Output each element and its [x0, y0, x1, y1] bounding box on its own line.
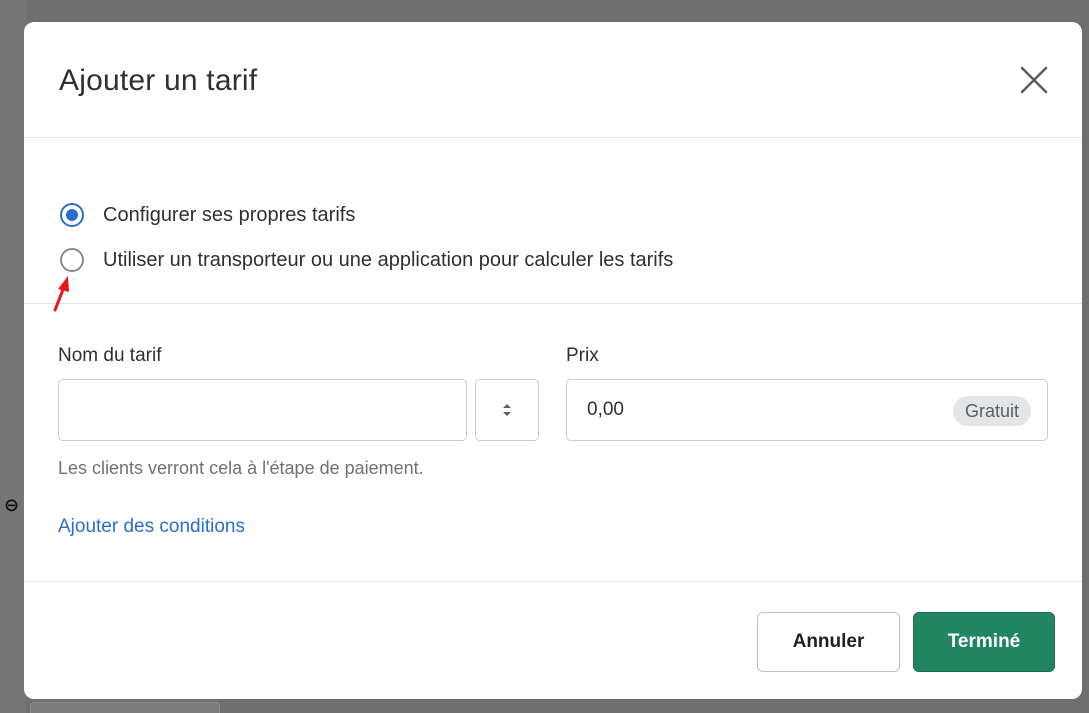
checkout-help-text: Les clients verront cela à l'étape de pa…	[58, 458, 424, 478]
modal-footer: Annuler Terminé	[24, 581, 1082, 699]
price-label: Prix	[566, 345, 599, 366]
radio-option-own-rates[interactable]: Configurer ses propres tarifs	[60, 200, 355, 230]
resize-handle-icon[interactable]: ⊖	[4, 494, 19, 516]
done-button[interactable]: Terminé	[913, 612, 1055, 672]
rate-name-stepper[interactable]	[475, 379, 539, 441]
price-value: 0,00	[587, 399, 624, 420]
radio-button-checked[interactable]	[60, 203, 84, 227]
rate-type-section: Configurer ses propres tarifs Utiliser u…	[24, 138, 1082, 304]
add-rate-modal: Ajouter un tarif Configurer ses propres …	[24, 22, 1082, 699]
radio-button-unchecked[interactable]	[60, 248, 84, 272]
close-icon	[1020, 66, 1048, 94]
rate-name-input[interactable]	[58, 379, 467, 441]
modal-header: Ajouter un tarif	[24, 22, 1082, 138]
add-conditions-link[interactable]: Ajouter des conditions	[58, 516, 245, 538]
background-element	[30, 702, 220, 713]
modal-title: Ajouter un tarif	[59, 64, 258, 97]
red-arrow-annotation-icon	[53, 276, 69, 312]
radio-label-carrier: Utiliser un transporteur ou une applicat…	[103, 248, 674, 271]
price-input[interactable]: 0,00 Gratuit	[566, 379, 1048, 441]
radio-label-own-rates: Configurer ses propres tarifs	[103, 203, 356, 226]
cancel-button[interactable]: Annuler	[757, 612, 900, 672]
page-background-strip	[0, 0, 26, 713]
free-badge: Gratuit	[952, 396, 1031, 426]
chevron-up-down-icon	[503, 404, 511, 416]
close-button[interactable]	[1016, 62, 1052, 98]
radio-option-carrier[interactable]: Utiliser un transporteur ou une applicat…	[60, 245, 673, 275]
rate-name-label: Nom du tarif	[58, 345, 162, 366]
